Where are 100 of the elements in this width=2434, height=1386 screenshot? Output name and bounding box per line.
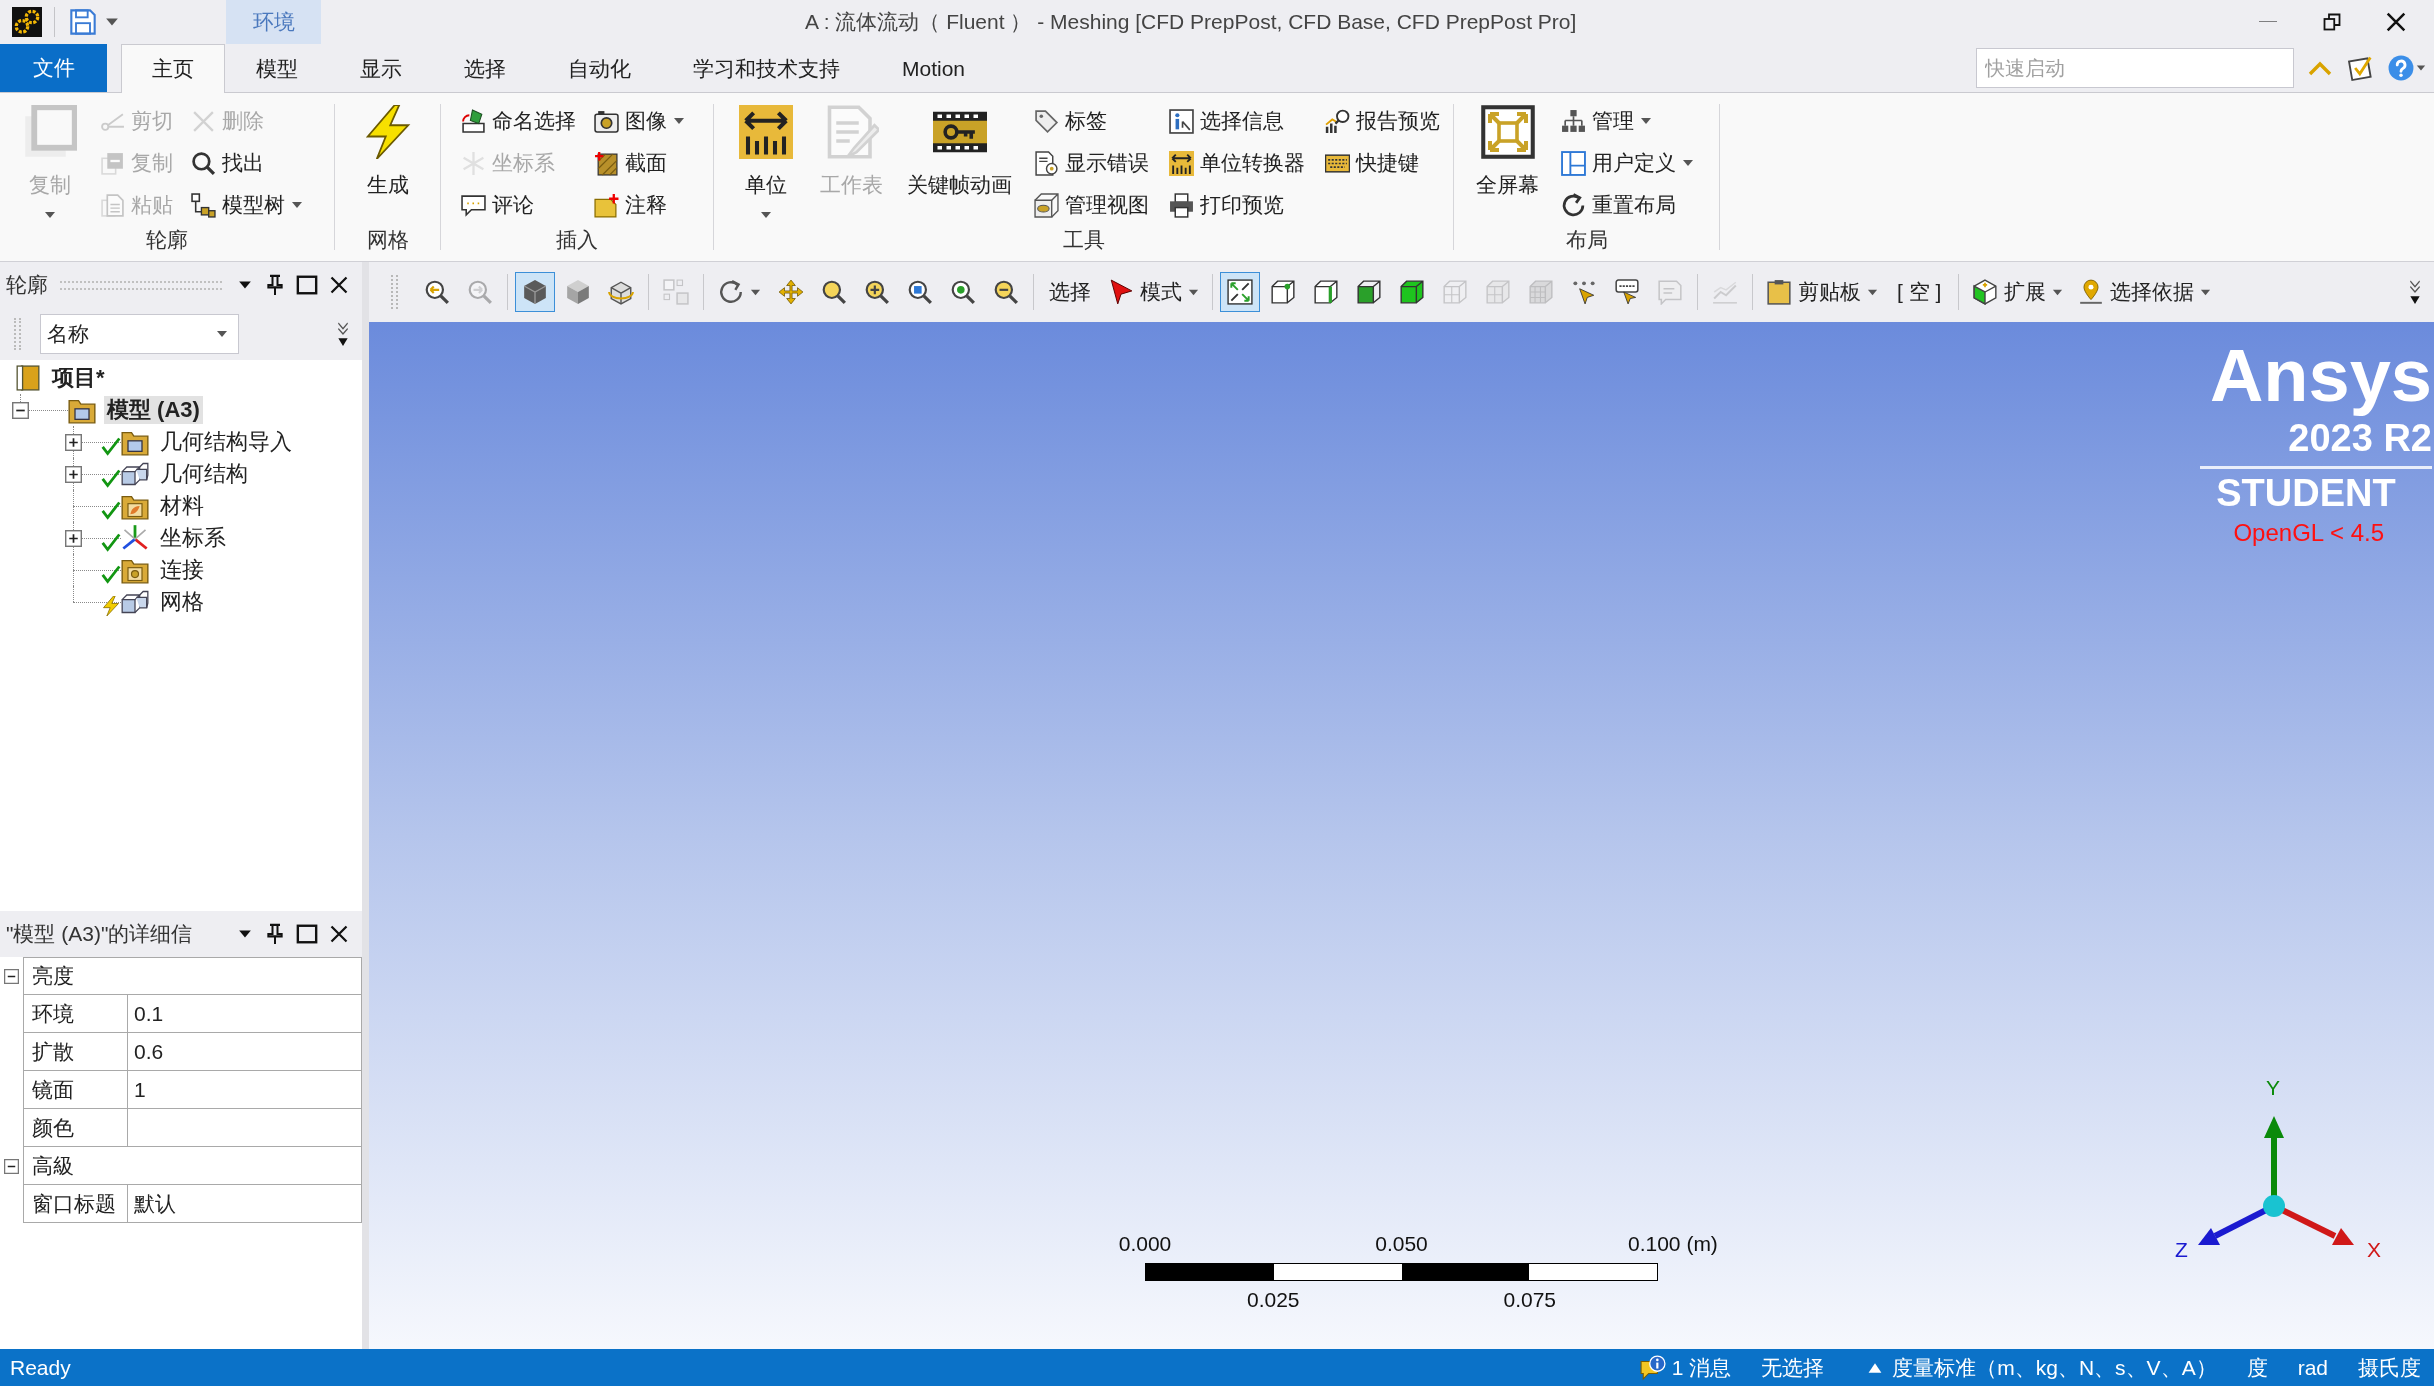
grip-handle[interactable] [14, 318, 21, 350]
caret-down-icon [2416, 63, 2426, 73]
ribbon-large-button[interactable]: 全屏幕 [1470, 93, 1545, 227]
section-header[interactable]: 高級 [23, 1147, 362, 1185]
cube-body-icon [1399, 279, 1425, 305]
ribbon-large-button[interactable]: 生成 [351, 93, 424, 227]
info-square-icon [1169, 108, 1194, 134]
cube-face-icon [1356, 279, 1382, 305]
messages-button[interactable]: 1 消息 [1639, 1351, 1732, 1384]
status-text: 无选择 [1761, 1354, 1825, 1381]
cube-shaded-icon [565, 279, 591, 305]
rotate-arrows-icon [718, 279, 744, 305]
tree-item[interactable]: 坐标系 [157, 524, 229, 552]
tree-item[interactable]: 项目* [49, 364, 108, 392]
window-title: A : 流体流动（ Fluent ） - Meshing [CFD PrepPost, CFD Base, CFD PrepPost Pro] [805, 9, 1577, 36]
minus-box-icon[interactable] [11, 401, 29, 419]
camera-icon [594, 108, 619, 134]
ribbon-button[interactable]: 单位转换器 [1165, 142, 1309, 184]
bar-chart-magnifier-icon [1325, 108, 1350, 134]
toolbar-button[interactable] [1220, 272, 1260, 312]
plus-box-icon[interactable] [64, 529, 82, 547]
ribbon-tab[interactable]: 选择 [433, 44, 537, 92]
ribbon-button[interactable]: 管理视图 [1030, 184, 1153, 226]
ribbon-button[interactable]: 显示错误 [1030, 142, 1153, 184]
tag-icon [1034, 108, 1059, 134]
ribbon-button[interactable]: 模型树 [187, 184, 307, 226]
minus-box-icon[interactable] [4, 1158, 19, 1174]
ribbon-button[interactable]: 重置布局 [1557, 184, 1698, 226]
property-name: 镜面 [23, 1071, 127, 1109]
tree-item[interactable]: 连接 [157, 556, 207, 584]
plus-box-icon[interactable] [64, 433, 82, 451]
ribbon-button[interactable]: 找出 [187, 142, 307, 184]
ribbon-tab[interactable]: 显示 [329, 44, 433, 92]
tree-item[interactable]: 几何结构 [157, 460, 251, 488]
quick-launch-field[interactable]: 快速启动 [1976, 48, 2294, 88]
minus-box-icon[interactable] [4, 968, 19, 984]
cube-half-filled-icon [1972, 279, 1999, 305]
toolbar-menu-button[interactable]: 扩展 [1966, 272, 2070, 312]
grip-handle[interactable] [60, 280, 222, 290]
ribbon-button[interactable]: 用户定义 [1557, 142, 1698, 184]
magnifier-filled-icon [821, 279, 847, 305]
scale-label: 0.000 [1118, 1232, 1172, 1256]
ribbon-button[interactable]: 图像 [590, 100, 689, 142]
ribbon-tab[interactable]: 主页 [121, 44, 225, 93]
scale-label: 0.050 [1375, 1232, 1428, 1256]
arrow-ruler-tile-icon [1169, 150, 1194, 176]
brand-logo-text: Ansys [2209, 336, 2432, 416]
ribbon-button[interactable]: 打印预览 [1165, 184, 1309, 226]
tree-item[interactable]: 几何结构导入 [157, 428, 295, 456]
ribbon-group-label: 插入 [556, 227, 598, 253]
note-plus-icon [594, 192, 619, 218]
ribbon-button[interactable]: 管理 [1557, 100, 1698, 142]
section-header[interactable]: 亮度 [23, 957, 362, 995]
panel-title: "模型 (A3)"的详细信 [6, 921, 193, 948]
unit-system-menu[interactable]: 度量标准（m、kg、N、s、V、A） [1868, 1351, 2217, 1384]
file-tab[interactable]: 文件 [0, 44, 107, 92]
ribbon-tab[interactable]: 模型 [225, 44, 329, 92]
graphics-viewport[interactable]: Ansys 2023 R2 STUDENT OpenGL < 4.5 0.000 0.050 0.100 (m) 0.025 0.075 Y Z X [369, 322, 2434, 1349]
ribbon-large-button[interactable]: 单位 [730, 93, 802, 227]
status-text: rad [2297, 1354, 2328, 1381]
toolbar-menu-button[interactable]: 选择依据 [2072, 272, 2218, 312]
toolbar-menu-button[interactable]: 模式 [1102, 272, 1205, 312]
help-button[interactable] [2388, 53, 2426, 83]
ribbon-button[interactable]: 标签 [1030, 100, 1153, 142]
tree-item[interactable]: 模型 (A3) [104, 396, 203, 424]
ribbon-button[interactable]: 报告预览 [1321, 100, 1444, 142]
pushpin-icon [265, 923, 285, 945]
scale-label: 0.025 [1246, 1288, 1300, 1312]
two-boxes-icon [121, 588, 149, 616]
ribbon-tab[interactable]: Motion [871, 44, 997, 92]
magnifier-left-arrow-icon [424, 279, 450, 305]
property-name: 环境 [23, 995, 127, 1033]
toolbar-menu-button[interactable]: 剪贴板 [1760, 272, 1884, 312]
renderer-warning: OpenGL < 4.5 [2233, 518, 2384, 548]
status-text: 摄氏度 [2358, 1354, 2421, 1381]
tree-item[interactable]: 材料 [157, 492, 207, 520]
close-icon [330, 925, 348, 943]
ribbon-button[interactable]: 评论 [457, 184, 580, 226]
ribbon-button[interactable]: 截面 [590, 142, 689, 184]
speech-tag-icon [1657, 279, 1683, 305]
ribbon-button[interactable]: 命名选择 [457, 100, 580, 142]
axis-label: Z [2175, 1238, 2188, 1262]
tree-nodes-icon [191, 192, 216, 218]
ribbon-button[interactable]: 选择信息 [1165, 100, 1309, 142]
ribbon-large-button[interactable]: 关键帧动画 [901, 93, 1018, 227]
ribbon-tab[interactable]: 自动化 [537, 44, 662, 92]
arrow-ruler-tile-icon [739, 105, 793, 159]
plus-box-icon[interactable] [64, 465, 82, 483]
clipboard-icon [1766, 279, 1792, 305]
grip-handle[interactable] [391, 275, 398, 309]
ribbon-button[interactable]: 注释 [590, 184, 689, 226]
frame-arrows-icon [1480, 105, 1535, 159]
ribbon-button[interactable]: 快捷键 [1321, 142, 1444, 184]
toolbar-button[interactable] [515, 272, 555, 312]
tree-item[interactable]: 网格 [157, 588, 207, 616]
ribbon-group-label: 工具 [1062, 227, 1105, 253]
status-text: Ready [10, 1354, 71, 1381]
column-select[interactable]: 名称 [40, 314, 239, 354]
ribbon-tab[interactable]: 学习和技术支持 [662, 44, 871, 92]
toolbar-button[interactable]: 选择 [1041, 272, 1099, 312]
